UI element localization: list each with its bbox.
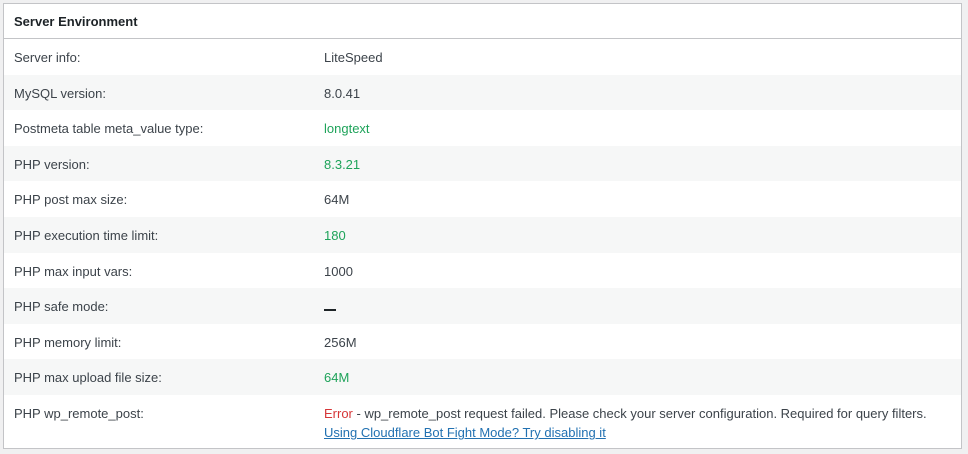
row-value: 8.0.41	[324, 85, 361, 101]
row-label: PHP memory limit:	[14, 334, 122, 350]
table-row-php-execution-time: PHP execution time limit: 180	[4, 216, 961, 253]
table-row-php-max-input-vars: PHP max input vars: 1000	[4, 253, 961, 289]
panel-title: Server Environment	[14, 13, 138, 29]
row-value-dash	[324, 297, 961, 317]
error-message: - wp_remote_post request failed. Please …	[352, 405, 927, 421]
environment-table: Server info: LiteSpeed MySQL version: 8.…	[4, 39, 961, 449]
row-label: PHP execution time limit:	[14, 227, 159, 243]
table-row-postmeta-type: Postmeta table meta_value type: longtext	[4, 110, 961, 146]
row-value-ok: longtext	[324, 121, 370, 137]
table-row-php-max-upload: PHP max upload file size: 64M	[4, 359, 961, 395]
row-label: Server info:	[14, 50, 81, 65]
row-label: MySQL version:	[14, 85, 106, 101]
cloudflare-help-link[interactable]: Using Cloudflare Bot Fight Mode? Try dis…	[324, 425, 606, 440]
row-value: 1000	[324, 263, 353, 279]
table-row-php-memory-limit: PHP memory limit: 256M	[4, 324, 961, 360]
row-value-ok: 8.3.21	[324, 156, 361, 172]
row-value-ok: 180	[324, 227, 346, 243]
row-value: LiteSpeed	[324, 50, 383, 65]
row-value-error: Error - wp_remote_post request failed. P…	[324, 404, 961, 443]
table-row-php-post-max-size: PHP post max size: 64M	[4, 181, 961, 217]
table-row-mysql-version: MySQL version: 8.0.41	[4, 74, 961, 111]
error-word: Error	[324, 405, 353, 421]
row-label: PHP post max size:	[14, 192, 128, 208]
row-value: 64M	[324, 192, 350, 208]
row-label: PHP wp_remote_post:	[14, 405, 144, 421]
table-row-php-wp-remote-post: PHP wp_remote_post: Error - wp_remote_po…	[4, 395, 961, 449]
row-label: PHP safe mode:	[14, 299, 109, 315]
dash-icon	[324, 308, 336, 311]
table-row-php-safe-mode: PHP safe mode:	[4, 288, 961, 324]
row-value-ok: 64M	[324, 370, 350, 386]
table-row-php-version: PHP version: 8.3.21	[4, 145, 961, 182]
row-label: PHP max input vars:	[14, 263, 133, 279]
table-row-server-info: Server info: LiteSpeed	[4, 39, 961, 75]
row-label: PHP version:	[14, 156, 90, 172]
server-environment-panel: Server Environment Server info: LiteSpee…	[3, 3, 962, 449]
row-value: 256M	[324, 334, 357, 350]
row-label: PHP max upload file size:	[14, 370, 162, 386]
panel-header: Server Environment	[4, 4, 961, 39]
row-label: Postmeta table meta_value type:	[14, 121, 204, 137]
